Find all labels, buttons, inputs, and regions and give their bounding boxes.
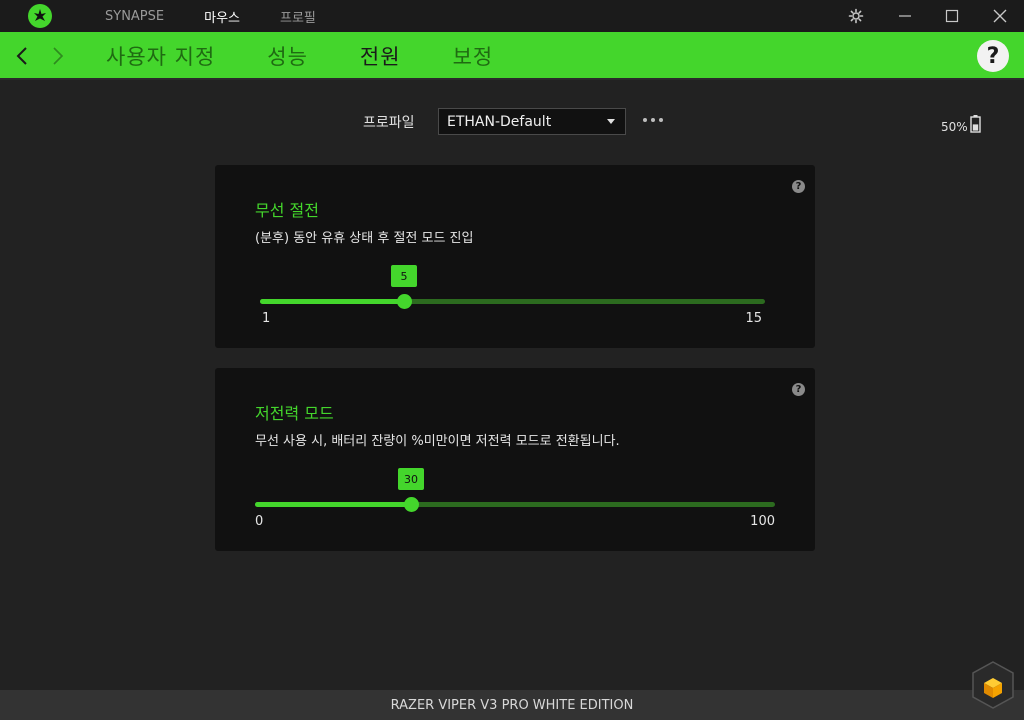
- section-header: 사용자 지정 성능 전원 보정: [0, 32, 1024, 80]
- top-nav-mouse[interactable]: 마우스: [204, 7, 240, 26]
- wireless-sleep-card: ? 무선 절전 (분후) 동안 유휴 상태 후 절전 모드 진입 5 1 15: [215, 165, 815, 348]
- close-icon[interactable]: [977, 0, 1023, 32]
- slider-track: [255, 502, 775, 507]
- device-footer: RAZER VIPER V3 PRO WHITE EDITION: [0, 690, 1024, 720]
- profile-selected-value: ETHAN-Default: [447, 113, 552, 130]
- tab-bar: 사용자 지정 성능 전원 보정: [106, 32, 545, 80]
- synapse-window: SYNAPSE 마우스 프로필 사용자 지정 성능 전원 보정 ? 프로파일 E…: [0, 0, 1024, 720]
- slider-fill: [260, 299, 404, 304]
- tab-customize[interactable]: 사용자 지정: [106, 41, 215, 71]
- slider-fill: [255, 502, 411, 507]
- more-dots-icon[interactable]: [643, 112, 663, 128]
- chevron-right-icon[interactable]: [48, 44, 68, 68]
- device-name: RAZER VIPER V3 PRO WHITE EDITION: [390, 697, 634, 713]
- razer-logo-icon[interactable]: [28, 4, 52, 28]
- minimize-icon[interactable]: [882, 0, 928, 32]
- caret-down-icon: [607, 119, 615, 124]
- top-nav-profile[interactable]: 프로필: [280, 7, 316, 26]
- tab-performance[interactable]: 성능: [267, 41, 308, 71]
- slider-max-label: 15: [745, 311, 762, 326]
- title-bar: SYNAPSE 마우스 프로필: [0, 0, 1024, 32]
- slider-value-badge: 5: [391, 265, 417, 287]
- wireless-sleep-slider[interactable]: 5: [260, 265, 765, 309]
- tab-power[interactable]: 전원: [360, 41, 401, 71]
- slider-min-label: 0: [255, 514, 264, 529]
- profile-label: 프로파일: [363, 115, 415, 131]
- low-power-title: 저전력 모드: [255, 404, 334, 423]
- low-power-description: 무선 사용 시, 배터리 잔량이 %미만이면 저전력 모드로 전환됩니다.: [255, 434, 620, 449]
- slider-max-label: 100: [750, 514, 775, 529]
- maximize-icon[interactable]: [929, 0, 975, 32]
- synapse-cube-icon[interactable]: [970, 660, 1016, 710]
- top-nav-synapse[interactable]: SYNAPSE: [105, 9, 164, 24]
- low-power-card: ? 저전력 모드 무선 사용 시, 배터리 잔량이 %미만이면 저전력 모드로 …: [215, 368, 815, 551]
- battery-icon: [970, 115, 981, 133]
- low-power-slider[interactable]: 30: [255, 468, 775, 512]
- wireless-sleep-title: 무선 절전: [255, 201, 319, 220]
- top-nav: SYNAPSE 마우스 프로필: [105, 0, 356, 32]
- help-button[interactable]: ?: [977, 40, 1009, 72]
- help-icon[interactable]: ?: [792, 383, 805, 396]
- profile-dropdown[interactable]: ETHAN-Default: [438, 108, 626, 135]
- slider-value-badge: 30: [398, 468, 424, 490]
- help-icon[interactable]: ?: [792, 180, 805, 193]
- slider-track: [260, 299, 765, 304]
- wireless-sleep-description: (분후) 동안 유휴 상태 후 절전 모드 진입: [255, 231, 474, 246]
- slider-thumb[interactable]: [404, 497, 419, 512]
- gear-icon[interactable]: [833, 0, 879, 32]
- slider-min-label: 1: [262, 311, 271, 326]
- battery-percent: 50%: [941, 120, 968, 134]
- slider-thumb[interactable]: [397, 294, 412, 309]
- tab-calibration[interactable]: 보정: [453, 41, 494, 71]
- chevron-left-icon[interactable]: [12, 44, 32, 68]
